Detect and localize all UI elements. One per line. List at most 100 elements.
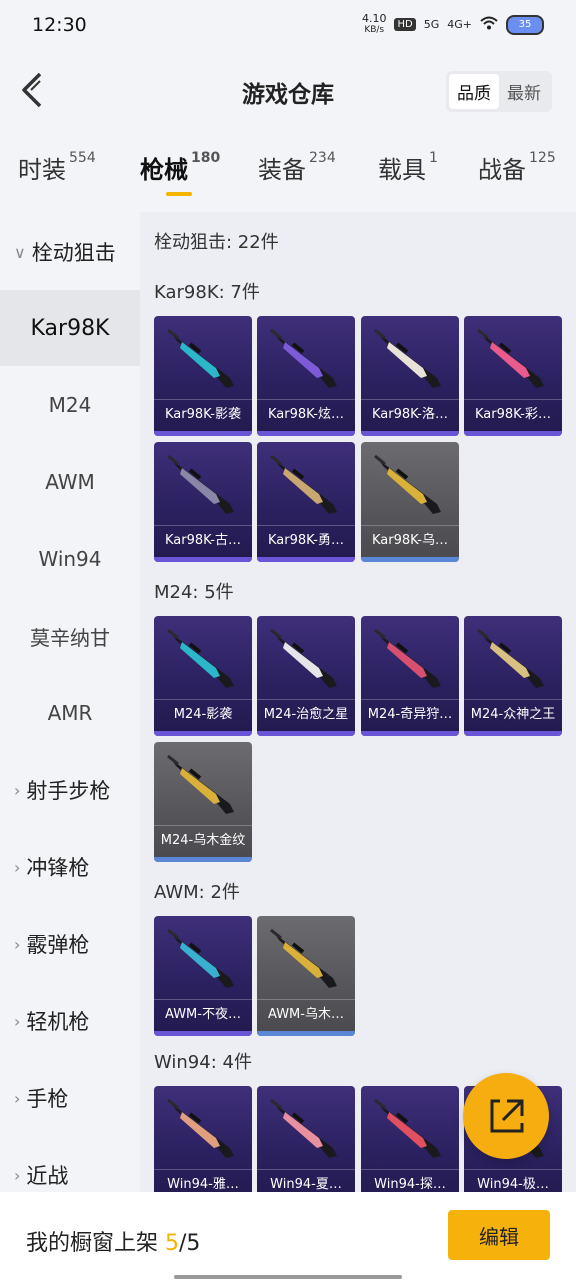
header: 游戏仓库 品质 最新 — [0, 48, 576, 134]
weapon-skin-name: Win94-夏… — [257, 1169, 355, 1192]
weapon-skin-name: Win94-探… — [361, 1169, 459, 1192]
tab-guns[interactable]: 枪械 180 — [140, 150, 220, 196]
rifle-icon — [374, 454, 441, 514]
weapon-skin-name: Win94-极… — [464, 1169, 562, 1192]
section-title: Win94: 4件 — [154, 1052, 252, 1073]
weapon-skin-name: M24-影袭 — [154, 699, 252, 730]
chevron-right-icon: › — [14, 1165, 21, 1185]
item-grid-area: 栓动狙击: 22件 Kar98K: 7件 Kar98K-影袭 Kar98K-炫… Ka… — [140, 212, 576, 1192]
weapon-skin-card[interactable]: Kar98K-洛… — [361, 316, 459, 436]
weapon-skin-card[interactable]: Win94-雅… — [154, 1086, 252, 1192]
rifle-icon — [167, 628, 234, 688]
quality-bar — [257, 1031, 355, 1036]
rifle-icon — [167, 754, 234, 814]
rifle-icon — [270, 928, 337, 988]
category-tabs: 时装 554 枪械 180 装备 234 载具 1 战备 125 — [0, 150, 576, 210]
tab-equipment[interactable]: 装备 234 — [258, 150, 336, 185]
sort-newest[interactable]: 最新 — [499, 74, 549, 109]
rifle-icon — [270, 454, 337, 514]
weapon-skin-name: Kar98K-勇… — [257, 525, 355, 556]
weapon-skin-name: Win94-雅… — [154, 1169, 252, 1192]
rifle-icon — [477, 628, 544, 688]
sort-toggle: 品质 最新 — [446, 71, 552, 112]
weapon-skin-name: AWM-不夜… — [154, 999, 252, 1030]
rifle-icon — [167, 928, 234, 988]
weapon-skin-card[interactable]: AWM-乌木… — [257, 916, 355, 1036]
weapon-skin-card[interactable]: Win94-探… — [361, 1086, 459, 1192]
rifle-icon — [374, 628, 441, 688]
sidebar-cat-pistol[interactable]: › 手枪 — [0, 1060, 140, 1136]
sidebar-item-mosin[interactable]: 莫辛纳甘 — [0, 598, 140, 674]
sidebar-cat-shotgun[interactable]: › 霰弹枪 — [0, 906, 140, 982]
signal-4g-icon: 4G+ — [447, 18, 472, 31]
quality-bar — [154, 857, 252, 862]
sidebar-item-win94[interactable]: Win94 — [0, 521, 140, 597]
quality-bar — [464, 731, 562, 736]
quality-bar — [154, 731, 252, 736]
weapon-skin-name: Kar98K-古… — [154, 525, 252, 556]
quality-bar — [154, 1031, 252, 1036]
weapon-skin-card[interactable]: Kar98K-勇… — [257, 442, 355, 562]
hd-icon: HD — [394, 18, 416, 31]
quality-bar — [361, 431, 459, 436]
weapon-skin-card[interactable]: M24-奇异狩… — [361, 616, 459, 736]
sidebar-cat-smg[interactable]: › 冲锋枪 — [0, 829, 140, 905]
sidebar-cat-lmg[interactable]: › 轻机枪 — [0, 983, 140, 1059]
rifle-icon — [374, 328, 441, 388]
quality-bar — [361, 557, 459, 562]
home-indicator[interactable] — [174, 1275, 402, 1279]
weapon-skin-card[interactable]: Kar98K-彩… — [464, 316, 562, 436]
weapon-skin-card[interactable]: M24-影袭 — [154, 616, 252, 736]
share-icon — [490, 1099, 524, 1133]
rifle-icon — [167, 328, 234, 388]
tab-fashion[interactable]: 时装 554 — [18, 150, 96, 185]
sidebar-item-m24[interactable]: M24 — [0, 367, 140, 443]
weapon-skin-card[interactable]: M24-众神之王 — [464, 616, 562, 736]
quality-bar — [464, 431, 562, 436]
sidebar-cat-bolt-sniper[interactable]: ∨ 栓动狙击 — [0, 214, 140, 290]
section-title: M24: 5件 — [154, 582, 234, 603]
sidebar-item-awm[interactable]: AWM — [0, 444, 140, 520]
weapon-skin-name: M24-众神之王 — [464, 699, 562, 730]
rifle-icon — [167, 454, 234, 514]
battery-icon: 35 — [506, 14, 544, 35]
status-bar: 12:30 4.10 KB/s HD 5G 4G+ 35 — [0, 0, 576, 48]
status-time: 12:30 — [32, 14, 87, 36]
category-total: 栓动狙击: 22件 — [154, 232, 279, 253]
weapon-skin-card[interactable]: Kar98K-古… — [154, 442, 252, 562]
sidebar-cat-dmr[interactable]: › 射手步枪 — [0, 752, 140, 828]
wifi-icon — [480, 16, 498, 33]
weapon-skin-card[interactable]: Kar98K-乌… — [361, 442, 459, 562]
edit-button[interactable]: 编辑 — [448, 1210, 550, 1260]
tab-gear[interactable]: 战备 125 — [478, 150, 556, 185]
active-tab-indicator — [166, 192, 192, 196]
weapon-skin-card[interactable]: Kar98K-炫… — [257, 316, 355, 436]
weapon-skin-name: AWM-乌木… — [257, 999, 355, 1030]
quality-bar — [154, 557, 252, 562]
network-speed: 4.10 KB/s — [361, 12, 387, 35]
weapon-skin-card[interactable]: Kar98K-影袭 — [154, 316, 252, 436]
weapon-skin-card[interactable]: Win94-夏… — [257, 1086, 355, 1192]
share-button[interactable] — [463, 1073, 549, 1159]
weapon-skin-name: Kar98K-乌… — [361, 525, 459, 556]
weapon-skin-card[interactable]: M24-治愈之星 — [257, 616, 355, 736]
rifle-icon — [270, 328, 337, 388]
section-title: AWM: 2件 — [154, 882, 240, 903]
tab-vehicles[interactable]: 载具 1 — [378, 150, 438, 185]
status-icons: 4.10 KB/s HD 5G 4G+ 35 — [361, 12, 544, 35]
weapon-skin-card[interactable]: M24-乌木金纹 — [154, 742, 252, 862]
quality-bar — [257, 557, 355, 562]
weapon-skin-name: Kar98K-影袭 — [154, 399, 252, 430]
showcase-status: 我的橱窗上架 5/5 — [26, 1231, 201, 1256]
sort-quality[interactable]: 品质 — [449, 74, 499, 109]
chevron-right-icon: › — [14, 1088, 21, 1108]
sidebar-item-kar98k[interactable]: Kar98K — [0, 290, 140, 366]
weapon-skin-name: M24-治愈之星 — [257, 699, 355, 730]
rifle-icon — [270, 1098, 337, 1158]
weapon-skin-name: Kar98K-彩… — [464, 399, 562, 430]
sidebar-item-amr[interactable]: AMR — [0, 675, 140, 751]
weapon-skin-card[interactable]: AWM-不夜… — [154, 916, 252, 1036]
showcase-footer: 我的橱窗上架 5/5 编辑 — [0, 1192, 576, 1280]
quality-bar — [361, 731, 459, 736]
sidebar: ∨ 栓动狙击 Kar98K M24 AWM Win94 莫辛纳甘 AMR › 射手步… — [0, 212, 140, 1192]
